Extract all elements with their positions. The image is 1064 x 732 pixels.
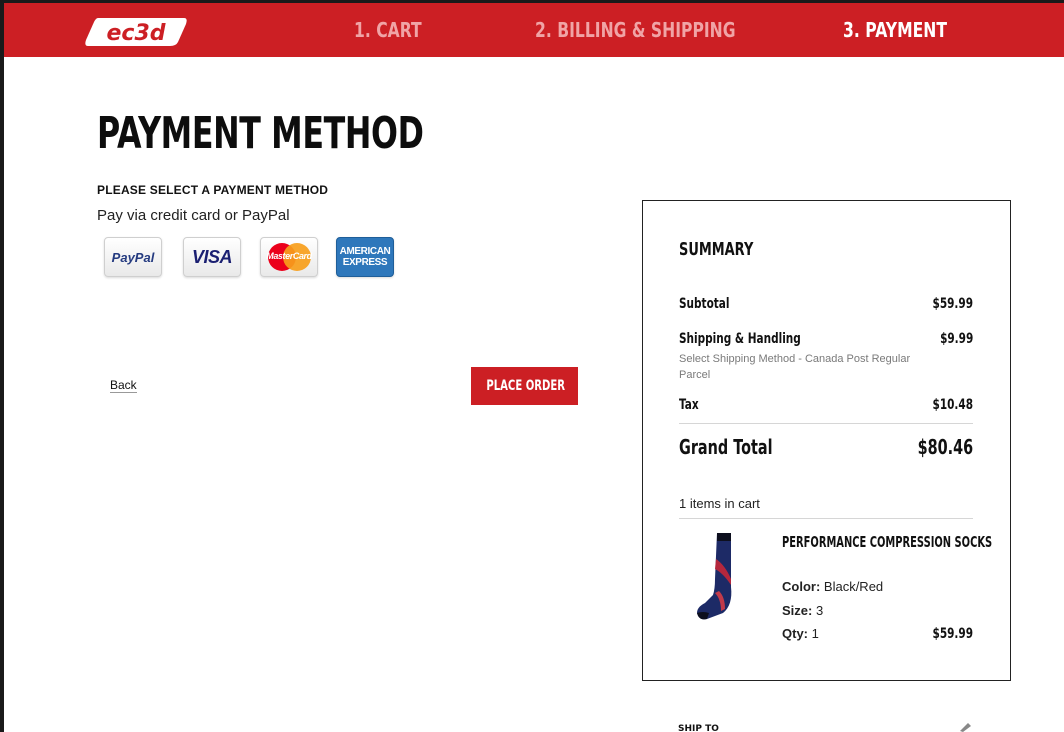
- product-qty: Qty: 1: [782, 626, 819, 641]
- visa-icon: VISA: [191, 246, 233, 267]
- paypal-icon: PayPal: [111, 249, 155, 265]
- subtotal-label: Subtotal: [679, 296, 730, 312]
- edit-icon[interactable]: [958, 722, 972, 732]
- grand-total-value: $80.46: [917, 435, 973, 459]
- product-size: Size: 3: [782, 603, 824, 618]
- place-order-button[interactable]: PLACE ORDER: [471, 367, 578, 405]
- paypal-option[interactable]: PayPal: [104, 237, 162, 277]
- mastercard-icon: MasterCard: [266, 243, 312, 271]
- page-title: PAYMENT METHOD: [97, 108, 424, 159]
- tax-value: $10.48: [932, 397, 973, 413]
- order-summary-panel: SUMMARY Subtotal $59.99 Shipping & Handl…: [642, 200, 1011, 681]
- items-divider: [679, 518, 973, 519]
- product-name[interactable]: PERFORMANCE COMPRESSION SOCKS: [782, 533, 992, 551]
- subtotal-value: $59.99: [932, 296, 973, 312]
- cart-item-count: 1 items in cart: [679, 496, 760, 511]
- step-payment[interactable]: 3. PAYMENT: [843, 3, 947, 57]
- visa-option[interactable]: VISA: [183, 237, 241, 277]
- product-color: Color: Black/Red: [782, 579, 884, 594]
- mastercard-option[interactable]: MasterCard: [260, 237, 318, 277]
- shipping-value: $9.99: [939, 331, 973, 347]
- payment-method-heading: PLEASE SELECT A PAYMENT METHOD: [97, 183, 329, 197]
- shipping-label: Shipping & Handling: [679, 331, 801, 347]
- amex-icon: AMERICAN EXPRESS: [339, 246, 391, 268]
- summary-divider: [679, 423, 973, 424]
- back-link[interactable]: Back: [110, 378, 137, 393]
- amex-option[interactable]: AMERICAN EXPRESS: [336, 237, 394, 277]
- ec3d-logo[interactable]: ec3d: [84, 16, 188, 48]
- svg-text:ec3d: ec3d: [106, 21, 165, 46]
- summary-title: SUMMARY: [679, 239, 754, 260]
- checkout-header: ec3d 1. CART 2. BILLING & SHIPPING 3. PA…: [4, 3, 1064, 57]
- grand-total-label: Grand Total: [679, 435, 773, 459]
- ship-to-heading: SHIP TO: [678, 724, 719, 732]
- product-price: $59.99: [932, 626, 973, 642]
- step-billing-shipping[interactable]: 2. BILLING & SHIPPING: [535, 3, 736, 57]
- tax-label: Tax: [679, 397, 699, 413]
- payment-method-description: Pay via credit card or PayPal: [97, 207, 290, 224]
- shipping-method-text: Select Shipping Method - Canada Post Reg…: [679, 353, 911, 381]
- step-cart[interactable]: 1. CART: [354, 3, 422, 57]
- product-image: [697, 533, 732, 620]
